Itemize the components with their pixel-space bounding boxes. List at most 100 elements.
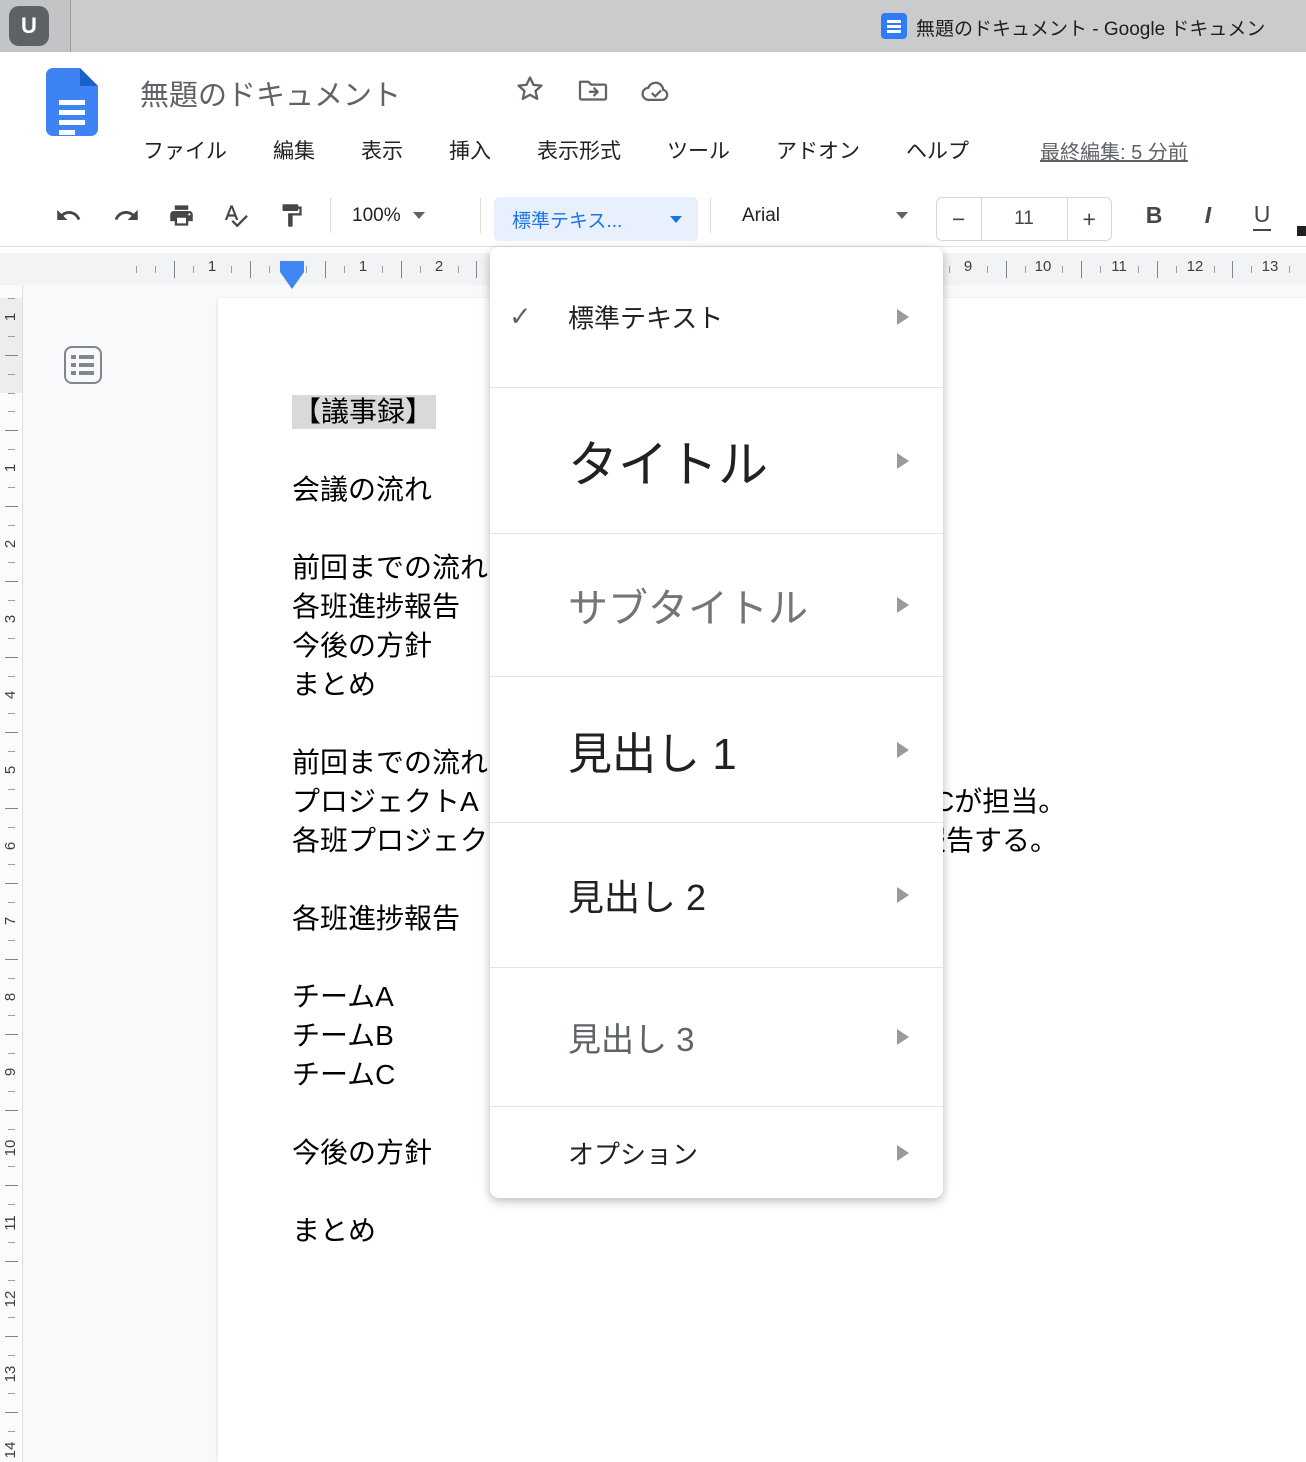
ruler-tick (8, 298, 15, 299)
menubar-item[interactable]: 編集 (273, 135, 315, 165)
document-line: 各班進捗報告 (292, 899, 460, 938)
ruler-tick (269, 266, 270, 273)
paint-format-icon[interactable] (278, 202, 305, 229)
zoom-select[interactable]: 100% (352, 185, 425, 246)
ruler-tick (1289, 266, 1290, 273)
ruler-tick (8, 487, 15, 488)
ruler-tick (8, 827, 15, 828)
ruler-tick (5, 883, 18, 884)
document-title[interactable]: 無題のドキュメント (140, 72, 401, 114)
last-edit-link[interactable]: 最終編集: 5 分前 (1040, 136, 1188, 165)
ruler-tick (5, 1110, 18, 1111)
ruler-tick (1081, 261, 1082, 278)
ruler-number: 10 (1035, 258, 1052, 275)
styles-menu-item-label: 見出し 1 (568, 718, 737, 782)
cloud-saved-icon[interactable] (639, 78, 673, 104)
indent-marker[interactable] (280, 261, 304, 289)
ruler-tick (5, 1412, 18, 1413)
bold-button[interactable]: B (1134, 185, 1174, 246)
document-line: 前回までの流れ (292, 743, 488, 782)
ruler-tick (8, 751, 15, 752)
font-family-value: Arial (742, 205, 780, 227)
ruler-tick (5, 355, 18, 356)
submenu-arrow-icon (897, 742, 909, 758)
font-size-value[interactable]: 11 (981, 198, 1068, 240)
ruler-tick (401, 261, 402, 278)
ruler-number: 12 (1187, 258, 1204, 275)
menubar-item[interactable]: 表示 (361, 135, 403, 165)
ruler-tick (8, 940, 15, 941)
undo-icon[interactable] (55, 202, 82, 229)
submenu-arrow-icon (897, 887, 909, 903)
ruler-tick (8, 713, 15, 714)
ruler-tick (8, 1393, 15, 1394)
increase-font-size-button[interactable]: + (1068, 198, 1112, 240)
document-line: チームA (292, 977, 394, 1016)
ruler-tick (5, 1185, 18, 1186)
document-line: 【議事録】 (292, 392, 436, 431)
menubar-item[interactable]: ツール (667, 135, 730, 165)
clipped-toolbar-icon (1297, 226, 1306, 236)
styles-menu-item[interactable]: タイトル (490, 387, 943, 533)
redo-icon[interactable] (113, 202, 140, 229)
highlighted-text: 【議事録】 (292, 395, 436, 429)
ruler-number: 3 (1, 608, 21, 630)
docs-header: 無題のドキュメント ファイル 編集 表示 挿入 表示形式 ツール アドオン ヘルプ 最終編集:… (0, 52, 1306, 253)
spellcheck-icon[interactable] (222, 202, 249, 229)
menubar-item[interactable]: ヘルプ (906, 135, 969, 165)
ruler-tick (1251, 266, 1252, 273)
ruler-tick (8, 978, 15, 979)
browser-tab-title[interactable]: 無題のドキュメント - Google ドキュメン (916, 14, 1265, 41)
styles-menu-item[interactable]: オプション (490, 1106, 943, 1198)
styles-menu-item[interactable]: サブタイトル (490, 533, 943, 676)
star-icon[interactable] (515, 74, 545, 104)
styles-menu-item-label: サブタイトル (568, 576, 808, 634)
ruler-number: 11 (1, 1212, 21, 1234)
ruler-tick (193, 266, 194, 273)
google-docs-logo-icon[interactable] (46, 68, 98, 136)
document-line: チームC (292, 1055, 395, 1094)
submenu-arrow-icon (897, 1145, 909, 1161)
browser-app-button[interactable]: U (9, 6, 49, 46)
submenu-arrow-icon (897, 453, 909, 469)
font-family-select[interactable]: Arial (728, 185, 920, 246)
ruler-tick (5, 657, 18, 658)
ruler-tick (231, 266, 232, 273)
ruler-number: 9 (964, 258, 972, 275)
paragraph-styles-select[interactable]: 標準テキス... (494, 197, 698, 241)
ruler-tick (8, 525, 15, 526)
document-outline-icon[interactable] (64, 346, 102, 384)
vertical-ruler: 11234567891011121314 (0, 285, 23, 1462)
print-icon[interactable] (168, 202, 195, 229)
ruler-tick (382, 266, 383, 273)
menubar-item[interactable]: 表示形式 (537, 135, 621, 165)
ruler-tick (1100, 266, 1101, 273)
document-line: 各班進捗報告 (292, 587, 460, 626)
move-folder-icon[interactable] (577, 77, 609, 103)
document-line: 各班プロジェク (292, 821, 488, 860)
menubar-item[interactable]: ファイル (143, 135, 227, 165)
styles-menu-item[interactable]: ✓標準テキスト (490, 247, 943, 387)
ruler-tick (420, 266, 421, 273)
ruler-tick (1138, 266, 1139, 273)
styles-menu-item-label: 標準テキスト (568, 299, 723, 336)
submenu-arrow-icon (897, 597, 909, 613)
browser-tab-bar: U 無題のドキュメント - Google ドキュメン (0, 0, 1306, 52)
ruler-tick (8, 1204, 15, 1205)
underline-button[interactable]: U (1242, 185, 1282, 246)
ruler-tick (155, 266, 156, 273)
ruler-tick (8, 336, 15, 337)
decrease-font-size-button[interactable]: − (937, 198, 981, 240)
menubar-item[interactable]: アドオン (776, 135, 860, 165)
styles-menu-item[interactable]: 見出し 1 (490, 676, 943, 822)
italic-button[interactable]: I (1188, 185, 1228, 246)
document-line: まとめ (292, 665, 376, 704)
ruler-tick (306, 266, 307, 273)
ruler-tick (1232, 261, 1233, 278)
ruler-number: 13 (1262, 258, 1279, 275)
styles-menu-item[interactable]: 見出し 2 (490, 822, 943, 967)
ruler-tick (8, 1091, 15, 1092)
menubar-item[interactable]: 挿入 (449, 135, 491, 165)
ruler-tick (8, 1355, 15, 1356)
styles-menu-item[interactable]: 見出し 3 (490, 967, 943, 1106)
